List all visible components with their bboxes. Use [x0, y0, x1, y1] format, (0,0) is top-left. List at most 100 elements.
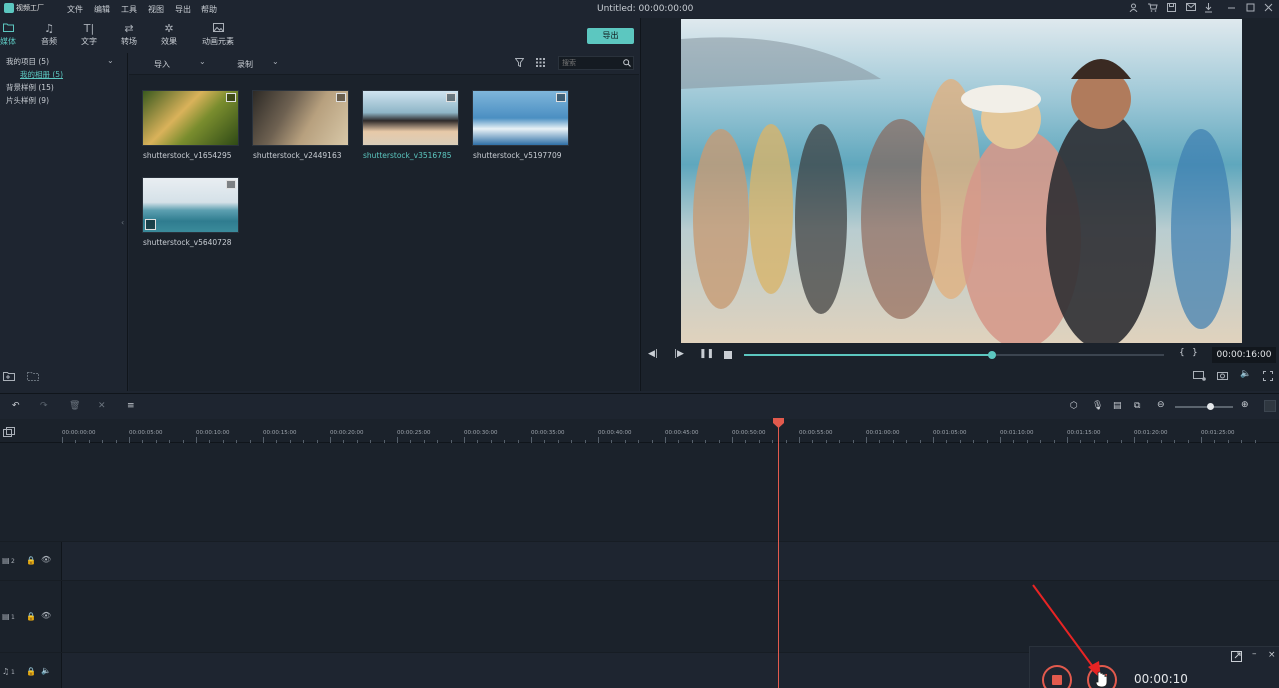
menu-edit[interactable]: 编辑: [94, 4, 110, 15]
folder-outline-icon[interactable]: [27, 371, 40, 384]
tree-intro-samples[interactable]: 片头样例 (9): [6, 95, 49, 106]
ruler-tick-label: 00:00:00:00: [62, 430, 96, 436]
voiceover-icon[interactable]: ▤: [1113, 401, 1122, 411]
tab-text[interactable]: T| 文字: [71, 22, 107, 52]
ruler-tick-label: 00:00:05:00: [129, 430, 163, 436]
fullscreen-icon[interactable]: [1263, 371, 1273, 383]
filter-icon[interactable]: [514, 58, 525, 69]
record-chevron-icon[interactable]: ⌄: [272, 57, 279, 66]
tab-text-label: 文字: [81, 37, 97, 46]
cart-icon[interactable]: [1147, 3, 1158, 14]
minimize-icon[interactable]: [1226, 3, 1237, 14]
timeline-toolbar: ↶ ↷ 🗑 ✕ ≡ ⬡ 🎙 ▤ ⧉ ⊖ ⊕: [0, 393, 1279, 419]
zoom-in-icon[interactable]: ⊕: [1241, 400, 1249, 410]
media-thumbnail[interactable]: [142, 177, 239, 233]
pause-icon[interactable]: ❚❚: [699, 349, 714, 359]
zoom-slider[interactable]: [1175, 403, 1233, 410]
menu-tools[interactable]: 工具: [121, 4, 137, 15]
preview-timecode: 00:00:16:00: [1212, 347, 1276, 363]
ruler-tick-label: 00:00:30:00: [464, 430, 498, 436]
save-icon[interactable]: [1166, 3, 1177, 14]
collapse-panel-icon[interactable]: ‹: [121, 218, 124, 227]
menu-file[interactable]: 文件: [67, 4, 83, 15]
tab-elements-label: 动画元素: [202, 37, 234, 46]
lock-icon[interactable]: 🔒: [26, 556, 36, 565]
tab-audio-label: 音频: [41, 37, 57, 46]
recorder-close-icon[interactable]: ×: [1268, 650, 1276, 660]
prev-frame-icon[interactable]: ◀|: [648, 349, 658, 359]
tab-effects[interactable]: ✲ 效果: [151, 22, 187, 52]
media-name: shutterstock_v1654295: [143, 151, 232, 160]
library-tree-panel: 我的项目 (5) ⌄ 我的相册 (5) 背景样例 (15) 片头样例 (9) ‹: [0, 53, 128, 391]
tab-elements[interactable]: 动画元素: [196, 22, 240, 52]
tree-my-album[interactable]: 我的相册 (5): [20, 69, 63, 80]
media-thumbnail[interactable]: [362, 90, 459, 146]
record-dropdown[interactable]: 录制: [237, 59, 253, 70]
media-library-grid: shutterstock_v1654295 shutterstock_v2449…: [129, 75, 639, 391]
export-button[interactable]: 导出: [587, 28, 634, 44]
download-icon[interactable]: [1203, 3, 1214, 14]
media-thumbnail[interactable]: [142, 90, 239, 146]
lock-icon[interactable]: 🔒: [26, 612, 36, 621]
search-icon[interactable]: [623, 59, 631, 69]
tab-audio[interactable]: ♫ 音频: [31, 22, 67, 52]
progress-knob[interactable]: [987, 351, 996, 359]
timeline-ruler[interactable]: 00:00:00:00 00:00:05:00 00:00:10:00 00:00:1…: [0, 419, 1279, 443]
popout-icon[interactable]: [1231, 651, 1242, 664]
tab-transition-label: 转场: [121, 37, 137, 46]
ruler-tick-label: 00:01:20:00: [1134, 430, 1168, 436]
play-icon[interactable]: |▶: [674, 349, 684, 359]
grid-view-icon[interactable]: [536, 58, 545, 69]
cut-icon[interactable]: ✕: [98, 401, 106, 411]
ruler-tick-label: 00:00:10:00: [196, 430, 230, 436]
music-note-icon: ♫: [44, 22, 54, 35]
document-title: Untitled: 00:00:00:00: [597, 4, 694, 14]
split-screen-icon[interactable]: ⧉: [1134, 401, 1140, 411]
mark-out-icon[interactable]: }: [1192, 348, 1198, 358]
mark-in-icon[interactable]: {: [1179, 348, 1185, 358]
adjust-icon[interactable]: ≡: [127, 401, 135, 411]
microphone-icon[interactable]: 🎙: [1092, 401, 1103, 411]
menu-export[interactable]: 导出: [175, 4, 191, 15]
tab-transition[interactable]: ⇄ 转场: [111, 22, 147, 52]
video-track-icon: ▤: [2, 556, 10, 565]
snapshot-camera-icon[interactable]: [1217, 371, 1228, 382]
marker-icon[interactable]: ⬡: [1070, 401, 1078, 411]
new-folder-icon[interactable]: [3, 371, 16, 384]
zoom-out-icon[interactable]: ⊖: [1157, 400, 1165, 410]
undo-icon[interactable]: ↶: [12, 401, 20, 411]
tab-media[interactable]: 媒体: [0, 22, 26, 52]
playhead-handle[interactable]: [773, 418, 784, 428]
close-icon[interactable]: [1263, 3, 1274, 14]
display-settings-icon[interactable]: [1193, 371, 1206, 383]
delete-icon[interactable]: 🗑: [69, 401, 80, 411]
chevron-down-icon[interactable]: ⌄: [107, 56, 114, 65]
lock-icon[interactable]: 🔒: [26, 667, 36, 676]
timeline-empty-track-area[interactable]: [0, 443, 1279, 541]
maximize-icon[interactable]: [1245, 3, 1256, 14]
playback-progress-bar[interactable]: [744, 351, 1164, 359]
video-editor-app: 视频工厂 文件 编辑 工具 视图 导出 帮助 Untitled: 00:00:0…: [0, 0, 1279, 688]
redo-icon[interactable]: ↷: [40, 401, 48, 411]
video-frame-image: [681, 19, 1242, 343]
panel-toggle-icon[interactable]: [1264, 400, 1276, 412]
recorder-minimize-icon[interactable]: –: [1252, 649, 1257, 659]
tree-background-samples[interactable]: 背景样例 (15): [6, 82, 54, 93]
video-preview[interactable]: [681, 19, 1242, 343]
stop-icon[interactable]: [724, 351, 732, 359]
import-chevron-icon[interactable]: ⌄: [199, 57, 206, 66]
eye-icon[interactable]: 👁: [41, 611, 51, 620]
media-thumbnail[interactable]: [472, 90, 569, 146]
media-thumbnail[interactable]: [252, 90, 349, 146]
video-track-2[interactable]: ▤ 2 🔒 👁: [0, 541, 1279, 580]
volume-icon[interactable]: 🔈: [1240, 369, 1251, 379]
tree-my-projects[interactable]: 我的项目 (5): [6, 56, 49, 67]
speaker-icon[interactable]: 🔈: [41, 666, 51, 675]
user-icon[interactable]: [1128, 3, 1139, 14]
mail-icon[interactable]: [1185, 3, 1196, 14]
menu-help[interactable]: 帮助: [201, 4, 217, 15]
eye-icon[interactable]: 👁: [41, 555, 51, 564]
menu-view[interactable]: 视图: [148, 4, 164, 15]
zoom-slider-knob[interactable]: [1207, 403, 1214, 410]
import-dropdown[interactable]: 导入: [154, 59, 170, 70]
